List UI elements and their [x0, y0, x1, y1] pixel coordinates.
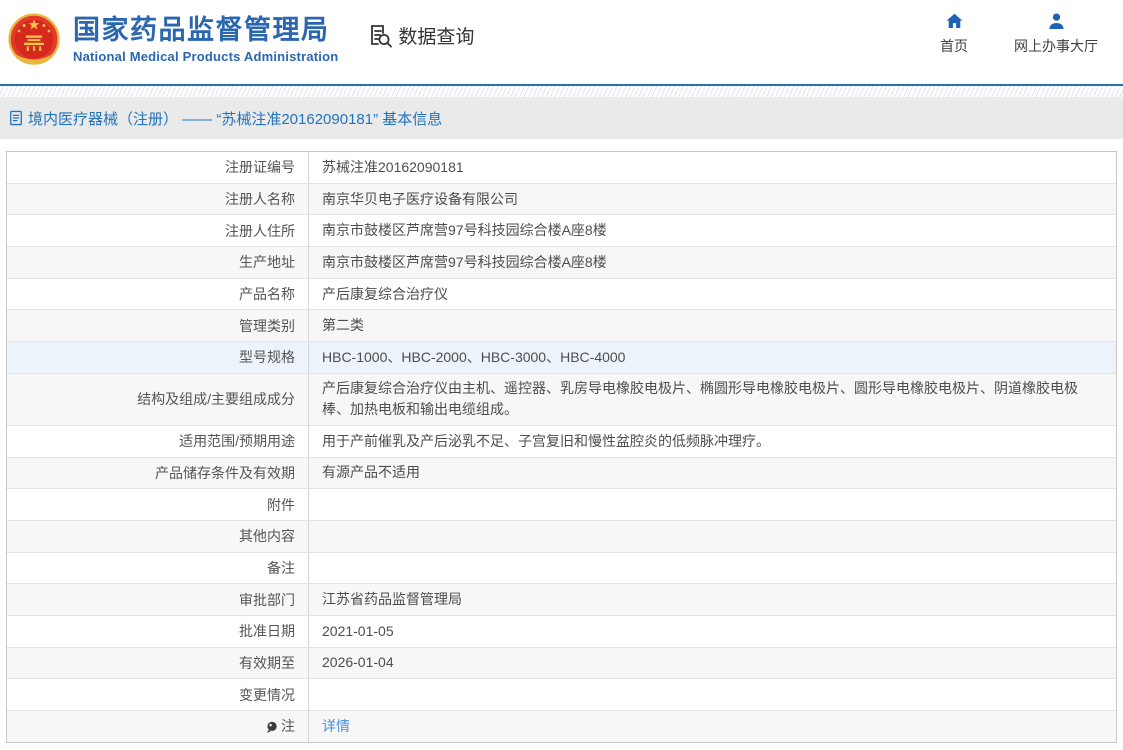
table-row: 其他内容: [7, 520, 1116, 553]
table-row: 适用范围/预期用途 用于产前催乳及产后泌乳不足、子宫复旧和慢性盆腔炎的低频脉冲理…: [7, 425, 1116, 458]
table-row: 注册人名称 南京华贝电子医疗设备有限公司: [7, 183, 1116, 216]
row-value: 南京华贝电子医疗设备有限公司: [322, 190, 518, 207]
table-row: 审批部门 江苏省药品监督管理局: [7, 584, 1116, 616]
row-label: 备注: [7, 552, 309, 584]
row-label: 批准日期: [7, 615, 309, 647]
data-query-label: 数据查询: [398, 26, 475, 48]
table-row: 注册证编号 苏械注准20162090181: [7, 152, 1116, 184]
row-value: 苏械注准20162090181: [322, 158, 464, 175]
breadcrumb-text: 境内医疗器械（注册） —— “苏械注准20162090181” 基本信息: [28, 110, 443, 128]
info-table: 注册证编号 苏械注准20162090181 注册人名称 南京华贝电子医疗设备有限…: [6, 151, 1117, 743]
table-row: 产品储存条件及有效期 有源产品不适用: [7, 457, 1116, 490]
note-label: 注: [281, 718, 295, 735]
table-row: 备注: [7, 552, 1116, 585]
row-label: 注册人住所: [7, 215, 309, 247]
row-label: 变更情况: [7, 679, 309, 710]
row-value: 详情: [309, 711, 1116, 742]
user-icon: [1046, 11, 1067, 32]
table-row: 变更情况: [7, 679, 1116, 711]
site-title: 国家药品监督管理局: [73, 14, 330, 45]
row-value: 南京市鼓楼区芦席营97号科技园综合楼A座8楼: [322, 222, 607, 239]
row-value: 2026-01-04: [322, 654, 394, 671]
row-label: 注: [7, 711, 309, 742]
page: 国家药品监督管理局 National Medical Products Admi…: [0, 0, 1123, 750]
row-value: [309, 489, 1116, 520]
row-label: 有效期至: [7, 647, 309, 679]
breadcrumb: 境内医疗器械（注册） —— “苏械注准20162090181” 基本信息: [0, 97, 1123, 139]
nav-home-label: 首页: [940, 38, 968, 54]
row-label: 注册证编号: [7, 152, 309, 183]
doc-search-icon: [366, 22, 393, 49]
nav-service-hall[interactable]: 网上办事大厅: [1014, 11, 1098, 56]
table-row: 结构及组成/主要组成成分 产后康复综合治疗仪由主机、遥控器、乳房导电橡胶电极片、…: [7, 373, 1116, 426]
row-value: 产后康复综合治疗仪由主机、遥控器、乳房导电橡胶电极片、椭圆形导电橡胶电极片、圆形…: [322, 380, 1078, 418]
row-label: 其他内容: [7, 520, 309, 552]
brand-text: 国家药品监督管理局 National Medical Products Admi…: [73, 14, 339, 65]
table-row: 附件: [7, 489, 1116, 521]
row-label: 审批部门: [7, 584, 309, 615]
site-subtitle: National Medical Products Administration: [73, 49, 339, 65]
row-value: [309, 679, 1116, 710]
row-value: 第二类: [322, 317, 364, 334]
detail-link[interactable]: 详情: [322, 716, 350, 737]
brand-link[interactable]: 国家药品监督管理局 National Medical Products Admi…: [5, 11, 338, 69]
table-row-note: 注 详情: [7, 711, 1116, 742]
home-icon: [944, 11, 965, 32]
row-label: 结构及组成/主要组成成分: [7, 373, 309, 425]
table-row-highlighted: 型号规格 HBC-1000、HBC-2000、HBC-3000、HBC-4000: [7, 342, 1116, 374]
row-value: 有源产品不适用: [322, 464, 420, 481]
row-value: 产后康复综合治疗仪: [322, 285, 448, 302]
row-label: 适用范围/预期用途: [7, 425, 309, 457]
row-label: 生产地址: [7, 247, 309, 278]
row-label: 产品名称: [7, 278, 309, 310]
table-row: 管理类别 第二类: [7, 310, 1116, 343]
row-value: 用于产前催乳及产后泌乳不足、子宫复旧和慢性盆腔炎的低频脉冲理疗。: [322, 432, 770, 449]
table-row: 批准日期 2021-01-05: [7, 615, 1116, 648]
site-header: 国家药品监督管理局 National Medical Products Admi…: [0, 0, 1123, 84]
row-value: 江苏省药品监督管理局: [322, 591, 462, 608]
data-query-tab[interactable]: 数据查询: [366, 22, 474, 49]
table-row: 产品名称 产后康复综合治疗仪: [7, 278, 1116, 311]
row-label: 型号规格: [7, 342, 309, 373]
row-label: 产品储存条件及有效期: [7, 457, 309, 489]
national-emblem-icon: [5, 11, 63, 69]
document-icon: [9, 110, 23, 126]
row-value: [309, 521, 1116, 552]
nav-service-hall-label: 网上办事大厅: [1014, 38, 1098, 54]
row-value: 南京市鼓楼区芦席营97号科技园综合楼A座8楼: [322, 253, 607, 270]
row-value: [309, 553, 1116, 584]
hatch-band: [0, 86, 1123, 97]
table-row: 有效期至 2026-01-04: [7, 647, 1116, 680]
top-nav: 首页 网上办事大厅: [940, 11, 1098, 56]
row-value: HBC-1000、HBC-2000、HBC-3000、HBC-4000: [322, 348, 626, 365]
note-icon: [265, 721, 278, 734]
row-label: 注册人名称: [7, 183, 309, 215]
table-row: 生产地址 南京市鼓楼区芦席营97号科技园综合楼A座8楼: [7, 247, 1116, 279]
row-value: 2021-01-05: [322, 622, 394, 639]
nav-home[interactable]: 首页: [940, 11, 968, 56]
table-row: 注册人住所 南京市鼓楼区芦席营97号科技园综合楼A座8楼: [7, 215, 1116, 248]
row-label: 附件: [7, 489, 309, 520]
row-label: 管理类别: [7, 310, 309, 342]
